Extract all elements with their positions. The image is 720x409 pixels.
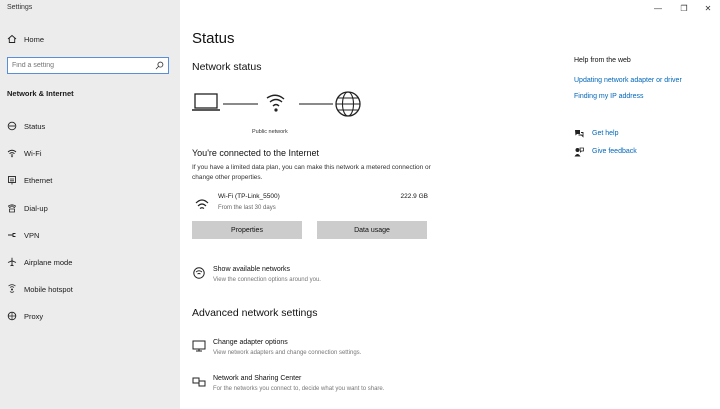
data-usage-value: 222.9 GB bbox=[400, 193, 428, 200]
sidebar-home-label: Home bbox=[24, 34, 45, 44]
globe-icon bbox=[7, 311, 17, 321]
advanced-heading: Advanced network settings bbox=[192, 307, 318, 319]
connected-heading: You're connected to the Internet bbox=[192, 148, 319, 158]
laptop-icon bbox=[192, 93, 220, 111]
properties-button[interactable]: Properties bbox=[192, 221, 302, 239]
sidebar-item-status[interactable]: Status bbox=[0, 116, 180, 136]
search-box[interactable] bbox=[7, 57, 169, 74]
sidebar-item-mobile-hotspot[interactable]: Mobile hotspot bbox=[0, 279, 180, 299]
wifi-signal-icon bbox=[195, 199, 209, 209]
give-feedback-icon bbox=[574, 147, 584, 157]
sharing-center-title: Network and Sharing Center bbox=[213, 375, 302, 382]
airplane-icon bbox=[7, 257, 17, 267]
section-label: Network & Internet bbox=[7, 89, 74, 98]
settings-window: Settings Home Network & Internet Status bbox=[0, 0, 720, 409]
network-diagram bbox=[192, 91, 361, 117]
sidebar-item-airplane[interactable]: Airplane mode bbox=[0, 252, 180, 272]
sidebar-item-ethernet[interactable]: Ethernet bbox=[0, 170, 180, 190]
connection-row: Wi-Fi (TP-Link_5500) From the last 30 da… bbox=[192, 193, 428, 217]
give-feedback-link[interactable]: Give feedback bbox=[574, 147, 694, 159]
vpn-icon bbox=[8, 233, 16, 237]
home-icon bbox=[7, 34, 17, 43]
sidebar-item-home[interactable]: Home bbox=[0, 29, 180, 49]
network-caption: Public network bbox=[252, 129, 288, 135]
show-networks-option[interactable]: Show available networks View the connect… bbox=[192, 266, 492, 290]
public-network-icon bbox=[266, 94, 285, 112]
change-adapter-subtitle: View network adapters and change connect… bbox=[213, 350, 362, 356]
show-networks-icon bbox=[193, 267, 205, 279]
hotspot-icon bbox=[8, 284, 16, 293]
help-title: Help from the web bbox=[574, 57, 631, 64]
adapter-icon bbox=[192, 340, 206, 352]
get-help-link[interactable]: Get help bbox=[574, 129, 694, 141]
search-icon[interactable] bbox=[155, 61, 164, 70]
sidebar-item-vpn[interactable]: VPN bbox=[0, 225, 180, 245]
help-link-ip-address[interactable]: Finding my IP address bbox=[574, 93, 644, 100]
sidebar: Settings Home Network & Internet Status bbox=[0, 0, 180, 409]
sidebar-item-wifi[interactable]: Wi-Fi bbox=[0, 143, 180, 163]
sidebar-item-dialup[interactable]: Dial-up bbox=[0, 198, 180, 218]
wifi-icon bbox=[7, 149, 17, 158]
home-status-icon bbox=[7, 121, 17, 131]
connection-name: Wi-Fi (TP-Link_5500) bbox=[218, 193, 280, 200]
sharing-center-option[interactable]: Network and Sharing Center For the netwo… bbox=[192, 375, 492, 399]
sidebar-item-proxy[interactable]: Proxy bbox=[0, 306, 180, 326]
sidebar-item-label: VPN bbox=[24, 230, 40, 240]
change-adapter-option[interactable]: Change adapter options View network adap… bbox=[192, 339, 492, 363]
sharing-center-icon bbox=[192, 377, 206, 387]
data-usage-button[interactable]: Data usage bbox=[317, 221, 427, 239]
search-input[interactable] bbox=[12, 60, 152, 71]
sidebar-item-label: Ethernet bbox=[24, 175, 53, 185]
dialup-icon bbox=[7, 204, 17, 213]
ethernet-icon bbox=[8, 176, 16, 185]
page-title: Status bbox=[192, 30, 235, 47]
connection-period: From the last 30 days bbox=[218, 205, 276, 211]
sharing-center-subtitle: For the networks you connect to, decide … bbox=[213, 386, 385, 392]
change-adapter-title: Change adapter options bbox=[213, 339, 288, 346]
main-pane: Status Network status Public network You… bbox=[180, 0, 720, 409]
sidebar-item-label: Status bbox=[24, 121, 46, 131]
connected-description: If you have a limited data plan, you can… bbox=[192, 164, 431, 181]
internet-globe-icon bbox=[335, 91, 361, 117]
app-title: Settings bbox=[7, 4, 33, 11]
show-networks-title: Show available networks bbox=[213, 266, 291, 273]
show-networks-subtitle: View the connection options around you. bbox=[213, 277, 321, 283]
get-help-icon bbox=[575, 130, 584, 138]
help-link-adapter-driver[interactable]: Updating network adapter or driver bbox=[574, 77, 682, 84]
sidebar-item-label: Dial-up bbox=[24, 203, 48, 213]
get-help-label: Get help bbox=[592, 130, 619, 137]
sidebar-item-label: Airplane mode bbox=[24, 257, 73, 267]
give-feedback-label: Give feedback bbox=[592, 148, 637, 155]
sidebar-item-label: Proxy bbox=[24, 311, 44, 321]
sidebar-item-label: Wi-Fi bbox=[24, 148, 42, 158]
network-status-heading: Network status bbox=[192, 61, 262, 73]
sidebar-item-label: Mobile hotspot bbox=[24, 284, 73, 294]
